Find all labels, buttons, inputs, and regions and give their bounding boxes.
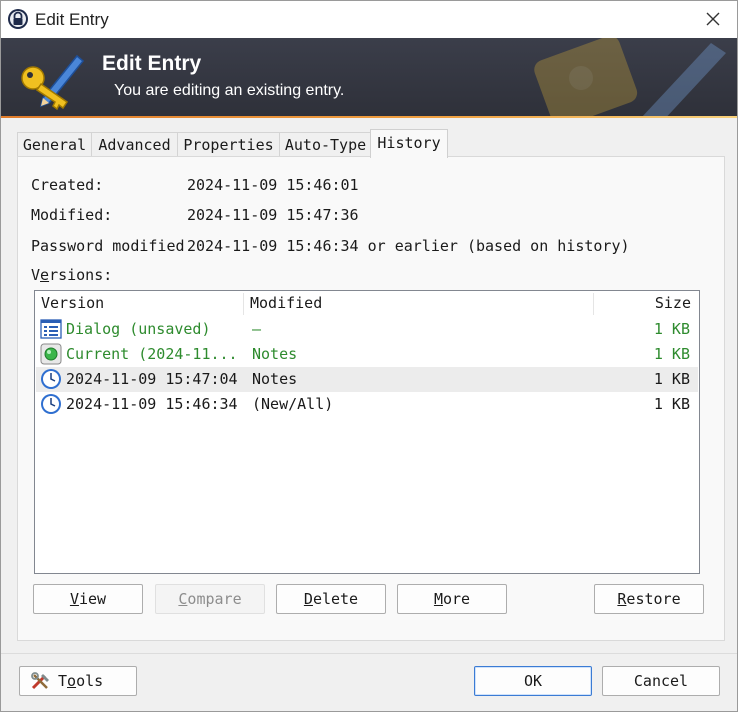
- version-cell: 2024-11-09 15:46:34: [66, 395, 238, 413]
- column-divider[interactable]: [243, 293, 244, 315]
- window-title: Edit Entry: [35, 10, 109, 29]
- size-cell: 1 KB: [653, 395, 690, 413]
- banner-title: Edit Entry: [102, 52, 202, 75]
- modified-cell: (New/All): [252, 395, 334, 413]
- modified-value: 2024-11-09 15:47:36: [187, 206, 359, 224]
- modified-cell: —: [252, 320, 262, 338]
- versions-label-part: V: [31, 266, 41, 284]
- compare-label: ompare: [187, 590, 242, 608]
- list-item[interactable]: Current (2024-11... Notes 1 KB: [36, 342, 698, 367]
- footer-divider: [1, 653, 737, 654]
- version-cell: Current (2024-11...: [66, 345, 238, 363]
- close-icon[interactable]: [701, 7, 725, 31]
- keepass-lock-icon: [8, 9, 28, 29]
- delete-button[interactable]: Delete: [276, 584, 386, 614]
- versions-label-rest: rsions:: [49, 266, 113, 284]
- delete-label: elete: [312, 590, 359, 608]
- tools-button[interactable]: Tools: [19, 666, 137, 696]
- tab-auto-type[interactable]: Auto-Type: [279, 132, 372, 157]
- tools-label-part: T: [58, 672, 68, 690]
- column-modified[interactable]: Modified: [250, 294, 322, 312]
- tools-label-rest: ols: [76, 672, 104, 690]
- modified-cell: Notes: [252, 345, 298, 363]
- banner-subtitle: You are editing an existing entry.: [114, 82, 345, 99]
- view-label: iew: [78, 590, 107, 608]
- edit-entry-window: Edit Entry Edit Entry You are editing an…: [0, 0, 738, 712]
- ok-button[interactable]: OK: [474, 666, 592, 696]
- versions-label-mnemonic: e: [40, 266, 50, 284]
- version-cell: Dialog (unsaved): [66, 320, 211, 338]
- size-cell: 1 KB: [653, 370, 690, 388]
- size-cell: 1 KB: [653, 320, 690, 338]
- column-divider[interactable]: [593, 293, 594, 315]
- tab-general[interactable]: General: [17, 132, 92, 157]
- tools-icon: [31, 672, 49, 690]
- banner-watermark-icon: [534, 38, 726, 118]
- more-mnemonic: M: [433, 590, 443, 608]
- compare-button[interactable]: Compare: [155, 584, 265, 614]
- modified-label: Modified:: [31, 206, 113, 224]
- created-label: Created:: [31, 176, 104, 194]
- list-item[interactable]: 2024-11-09 15:46:34 (New/All) 1 KB: [36, 392, 698, 417]
- tab-history[interactable]: History: [370, 129, 448, 158]
- tools-mnemonic: o: [67, 672, 77, 690]
- view-button[interactable]: View: [33, 584, 143, 614]
- green-dot-icon: [40, 343, 62, 365]
- delete-mnemonic: D: [303, 590, 313, 608]
- more-label: ore: [442, 590, 471, 608]
- version-cell: 2024-11-09 15:47:04: [66, 370, 238, 388]
- tools-label: Tools: [58, 667, 103, 695]
- header-banner: Edit Entry You are editing an existing e…: [1, 38, 737, 118]
- more-button[interactable]: More: [397, 584, 507, 614]
- banner-accent-line: [1, 116, 737, 118]
- key-pencil-icon: [21, 54, 85, 111]
- modified-cell: Notes: [252, 370, 298, 388]
- list-icon: [40, 319, 62, 339]
- versions-label: Versions:: [31, 266, 112, 284]
- view-mnemonic: V: [69, 590, 79, 608]
- title-bar: Edit Entry: [1, 1, 737, 38]
- list-item[interactable]: Dialog (unsaved) — 1 KB: [36, 317, 698, 342]
- column-version[interactable]: Version: [41, 294, 104, 312]
- restore-label: estore: [626, 590, 681, 608]
- column-size[interactable]: Size: [655, 294, 691, 312]
- clock-icon: [41, 369, 61, 389]
- list-header: Version Modified Size: [35, 291, 699, 317]
- tab-advanced[interactable]: Advanced: [91, 132, 178, 157]
- versions-list[interactable]: Version Modified Size Dialog (unsaved) —…: [34, 290, 700, 574]
- size-cell: 1 KB: [653, 345, 690, 363]
- restore-button[interactable]: Restore: [594, 584, 704, 614]
- cancel-button[interactable]: Cancel: [602, 666, 720, 696]
- created-value: 2024-11-09 15:46:01: [187, 176, 359, 194]
- list-item[interactable]: 2024-11-09 15:47:04 Notes 1 KB: [36, 367, 698, 392]
- tab-properties[interactable]: Properties: [177, 132, 280, 157]
- history-panel: Created: 2024-11-09 15:46:01 Modified: 2…: [17, 156, 725, 641]
- password-modified-label: Password modified: [31, 237, 185, 255]
- clock-icon: [41, 394, 61, 414]
- password-modified-value: 2024-11-09 15:46:34 or earlier (based on…: [187, 237, 630, 255]
